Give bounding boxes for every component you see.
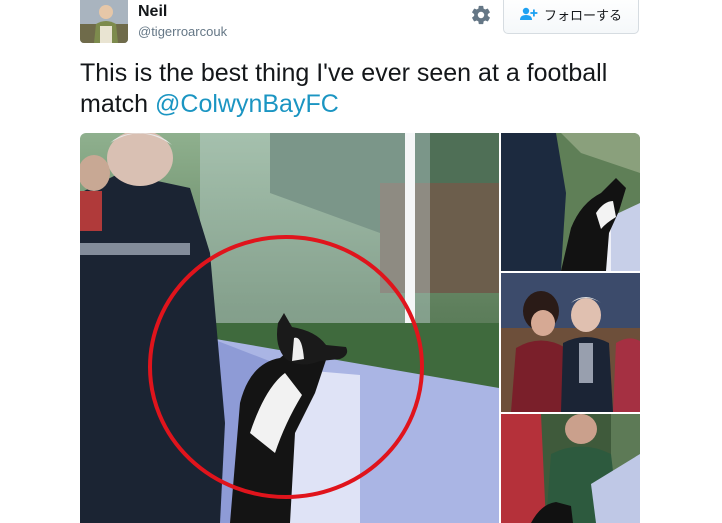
tweet-text: This is the best thing I've ever seen at… — [80, 58, 640, 120]
photo-thumbnail-2[interactable] — [501, 273, 640, 412]
tweet-page: Neil @tigerroarcouk フォローする This is the b… — [0, 0, 722, 523]
photo-main[interactable] — [80, 133, 499, 523]
add-user-icon — [519, 7, 538, 21]
photo-thumbnail-3[interactable] — [501, 414, 640, 523]
display-name[interactable]: Neil — [138, 3, 167, 21]
gear-icon[interactable] — [470, 4, 492, 26]
avatar[interactable] — [80, 0, 128, 43]
follow-label: フォローする — [543, 7, 622, 23]
photo-thumbnail-1[interactable] — [501, 133, 640, 271]
follow-button[interactable]: フォローする — [503, 0, 639, 34]
mention-link[interactable]: @ColwynBayFC — [155, 90, 339, 118]
media-grid — [80, 133, 640, 523]
screen-name[interactable]: @tigerroarcouk — [138, 24, 227, 39]
